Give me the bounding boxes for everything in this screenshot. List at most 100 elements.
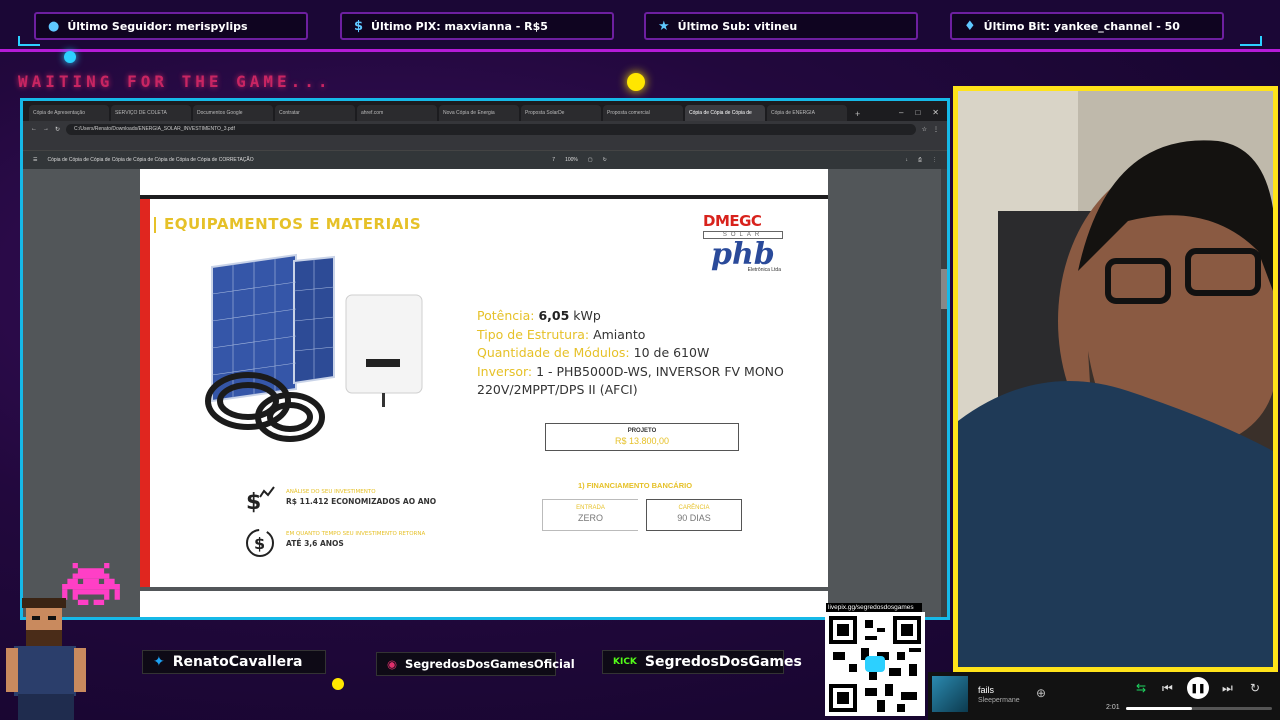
pdf-scrollbar-thumb[interactable]	[941, 269, 947, 309]
carencia-label: CARÊNCIA	[678, 505, 710, 511]
qr-code-image	[829, 616, 921, 712]
social-bar: ✦ RenatoCavallera ◉ SegredosDosGamesOfic…	[0, 622, 950, 720]
menu-icon[interactable]: ⋮	[933, 126, 939, 133]
qr-label: livepix.gg/segredosdosgames	[826, 603, 922, 612]
slide-red-accent	[140, 199, 150, 587]
address-row: ← → ↻ C:/Users/Renato/Downloads/ENERGIA_…	[23, 121, 947, 137]
carencia-value: 90 DIAS	[677, 513, 711, 523]
browser-tab[interactable]: ahref.com	[357, 105, 437, 121]
money-cycle-icon: $	[246, 529, 274, 557]
pdf-toolbar: ☰ Cópia de Cópia de Cópia de Cópia de Có…	[23, 151, 947, 169]
browser-tab[interactable]: Proposta comercial	[603, 105, 683, 121]
browser-tab[interactable]: Cópia de ENERGIA	[767, 105, 847, 121]
invest-savings-label: ANÁLISE DO SEU INVESTIMENTO	[286, 489, 376, 495]
user-icon: ●	[48, 18, 60, 34]
new-tab-icon[interactable]: +	[849, 109, 866, 121]
browser-tab-active[interactable]: Cópia de Cópia de Cópia de	[685, 105, 765, 121]
dollar-icon: $	[354, 18, 364, 34]
repeat-icon[interactable]: ↻	[1250, 681, 1260, 695]
twitter-icon: ✦	[153, 654, 165, 670]
music-player: fails Sleepermane ⊕ ⇆ ⏮ ❚❚ ⏭ ↻ 2:01	[928, 672, 1280, 720]
alert-text: Último Bit: yankee_channel - 50	[983, 19, 1180, 33]
maximize-icon[interactable]: □	[915, 108, 920, 117]
pdf-scrollbar[interactable]	[941, 169, 947, 617]
alert-last-follower: ● Último Seguidor: merispylips	[34, 12, 308, 40]
alert-text: Último Sub: vitineu	[677, 19, 798, 33]
star-bookmark-icon[interactable]: ☆	[922, 126, 927, 133]
social-handle: SegredosDosGames	[644, 654, 802, 670]
social-handle: RenatoCavallera	[172, 654, 303, 670]
inverter-image	[345, 294, 423, 407]
equipment-specs: Potência: 6,05 kWp Tipo de Estrutura: Am…	[477, 307, 817, 400]
spec-potencia: Potência: 6,05 kWp	[477, 308, 601, 323]
next-page-start	[140, 591, 828, 617]
pdf-viewer[interactable]: EQUIPAMENTOS E MATERIAIS DMEGC SOLAR phb…	[23, 169, 947, 617]
financiamento-title: 1) FINANCIAMENTO BANCÁRIO	[578, 481, 693, 490]
entrada-value: ZERO	[577, 513, 603, 523]
reload-icon[interactable]: ↻	[55, 126, 60, 133]
invest-return-value: ATÉ 3,6 ANOS	[286, 539, 344, 548]
social-kick[interactable]: KICK SegredosDosGames	[602, 650, 802, 674]
close-icon[interactable]: ✕	[932, 108, 939, 117]
projeto-box: PROJETO R$ 13.800,00	[545, 423, 739, 451]
social-instagram[interactable]: ◉ SegredosDosGamesOficial	[376, 652, 575, 676]
previous-icon[interactable]: ⏮	[1162, 681, 1173, 696]
carencia-box: CARÊNCIA 90 DIAS	[646, 499, 742, 531]
progress-bar[interactable]	[1126, 707, 1272, 710]
entrada-label: ENTRADA	[576, 505, 605, 511]
alert-text: Último PIX: maxvianna - R$5	[371, 19, 548, 33]
slide-title: EQUIPAMENTOS E MATERIAIS	[153, 215, 422, 233]
solar-equipment-image	[205, 253, 423, 442]
next-icon[interactable]: ⏭	[1222, 681, 1233, 696]
zoom-level[interactable]: 100%	[565, 157, 578, 163]
pdf-slide: EQUIPAMENTOS E MATERIAIS DMEGC SOLAR phb…	[140, 199, 828, 587]
browser-tab[interactable]: SERVIÇO DE COLETA	[111, 105, 191, 121]
playback-time: 2:01	[1106, 704, 1120, 711]
top-alert-bar: ● Último Seguidor: merispylips $ Último …	[0, 0, 1280, 52]
spec-estrutura: Tipo de Estrutura: Amianto	[477, 326, 646, 342]
spec-inversor: Inversor: 1 - PHB5000D-WS, INVERSOR FV M…	[477, 363, 784, 398]
invest-savings-value: R$ 11.412 ECONOMIZADOS AO ANO	[286, 497, 437, 506]
invest-return-label: EM QUANTO TEMPO SEU INVESTIMENTO RETORNA	[286, 531, 426, 537]
svg-text:$: $	[246, 490, 261, 515]
bookmarks-bar	[23, 137, 947, 151]
page-number[interactable]: 7	[552, 157, 555, 163]
minimize-icon[interactable]: –	[899, 108, 903, 117]
print-icon[interactable]: ⎙	[918, 157, 922, 163]
alert-text: Último Seguidor: merispylips	[67, 19, 248, 33]
pause-button[interactable]: ❚❚	[1187, 677, 1209, 699]
alert-last-sub: ★ Último Sub: vitineu	[644, 12, 918, 40]
pdf-title: Cópia de Cópia de Cópia de Cópia de Cópi…	[47, 157, 254, 163]
waiting-text: WAITING FOR THE GAME...	[18, 72, 332, 91]
rotate-icon[interactable]: ↻	[603, 157, 607, 163]
forward-icon[interactable]: →	[43, 126, 49, 132]
projeto-label: PROJETO	[627, 428, 657, 434]
dmegc-logo: DMEGC SOLAR	[703, 212, 783, 239]
alert-last-pix: $ Último PIX: maxvianna - R$5	[340, 12, 614, 40]
browser-tab[interactable]: Contratar	[275, 105, 355, 121]
corner-decoration	[1240, 36, 1262, 46]
browser-tab[interactable]: Cópia de Apresentação	[29, 105, 109, 121]
spec-modulos: Quantidade de Módulos: 10 de 610W	[477, 345, 710, 360]
entrada-box: ENTRADA ZERO	[542, 499, 638, 531]
back-icon[interactable]: ←	[31, 126, 37, 132]
hamburger-icon[interactable]: ☰	[33, 157, 37, 163]
browser-tab[interactable]: Proposta SolarDe	[521, 105, 601, 121]
decorative-dot	[332, 678, 344, 690]
decorative-dot	[627, 73, 645, 91]
add-icon[interactable]: ⊕	[1036, 686, 1046, 700]
kick-icon: KICK	[613, 657, 637, 667]
download-icon[interactable]: ↓	[905, 157, 908, 163]
diamond-icon: ♦	[964, 18, 976, 34]
social-twitter[interactable]: ✦ RenatoCavallera	[142, 650, 326, 674]
phb-logo: phb Eletrônica Ltda	[711, 240, 781, 277]
tab-strip: Cópia de Apresentação SERVIÇO DE COLETA …	[23, 101, 947, 121]
fit-page-icon[interactable]: ▢	[588, 157, 593, 163]
shuffle-icon[interactable]: ⇆	[1136, 681, 1146, 695]
menu-icon[interactable]: ⋮	[932, 157, 937, 163]
browser-tab[interactable]: Documentos Google	[193, 105, 273, 121]
address-bar[interactable]: C:/Users/Renato/Downloads/ENERGIA_SOLAR_…	[66, 123, 916, 135]
song-title: fails	[978, 685, 995, 695]
browser-tab[interactable]: Nova Cópia de Energia	[439, 105, 519, 121]
qr-code[interactable]	[825, 612, 925, 716]
